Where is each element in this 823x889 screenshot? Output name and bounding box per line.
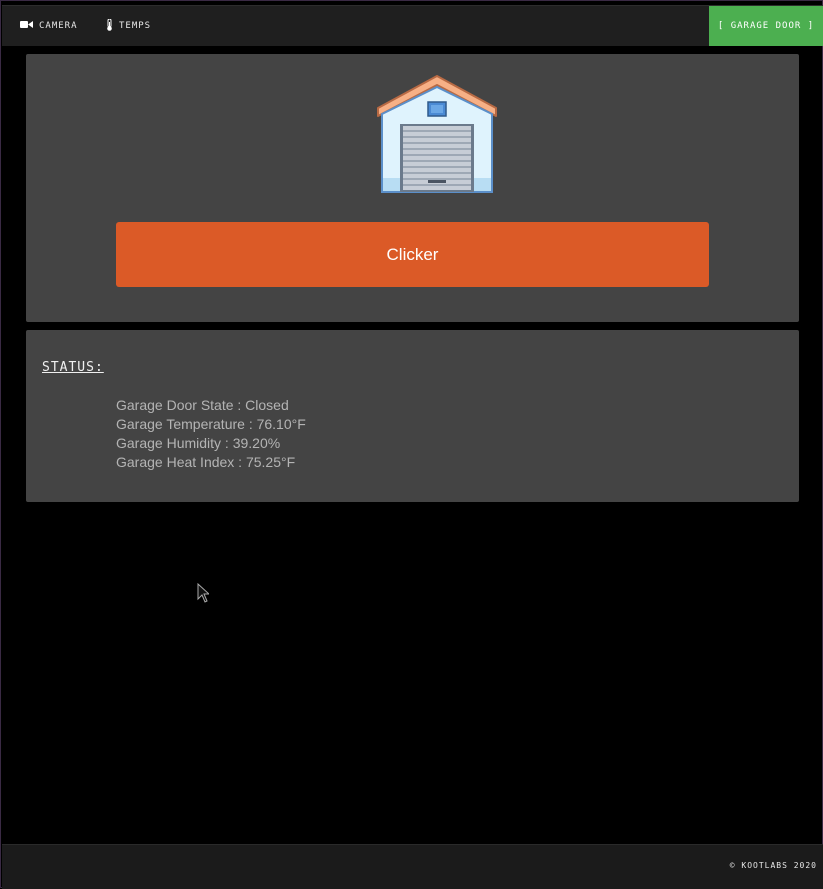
- nav-garage-door-label: [ Garage Door ]: [717, 21, 815, 31]
- thermometer-icon: [106, 18, 113, 34]
- status-door-state: Garage Door State : Closed: [116, 397, 289, 413]
- status-title: Status:: [42, 360, 104, 375]
- top-nav-bar: Camera Temps [ Garage Door ]: [2, 5, 823, 46]
- garage-control-panel: Clicker: [26, 54, 799, 322]
- mouse-cursor-icon: [197, 583, 209, 603]
- app-frame: Camera Temps [ Garage Door ]: [0, 0, 823, 889]
- status-list: Garage Door State : Closed Garage Temper…: [116, 396, 306, 472]
- status-humidity: Garage Humidity : 39.20%: [116, 435, 281, 451]
- video-camera-icon: [20, 20, 33, 32]
- footer: © Kootlabs 2020: [2, 844, 823, 889]
- status-temperature: Garage Temperature : 76.10°F: [116, 416, 306, 432]
- garage-door-icon: [376, 74, 498, 194]
- clicker-button[interactable]: Clicker: [116, 222, 709, 287]
- nav-temps[interactable]: Temps: [106, 6, 151, 46]
- nav-camera-label: Camera: [39, 21, 78, 31]
- copyright-text: © Kootlabs 2020: [729, 861, 817, 870]
- status-heat-index: Garage Heat Index : 75.25°F: [116, 454, 296, 470]
- nav-temps-label: Temps: [119, 21, 152, 31]
- nav-garage-door[interactable]: [ Garage Door ]: [709, 6, 823, 46]
- nav-camera[interactable]: Camera: [20, 6, 78, 46]
- status-panel: Status: Garage Door State : Closed Garag…: [26, 330, 799, 502]
